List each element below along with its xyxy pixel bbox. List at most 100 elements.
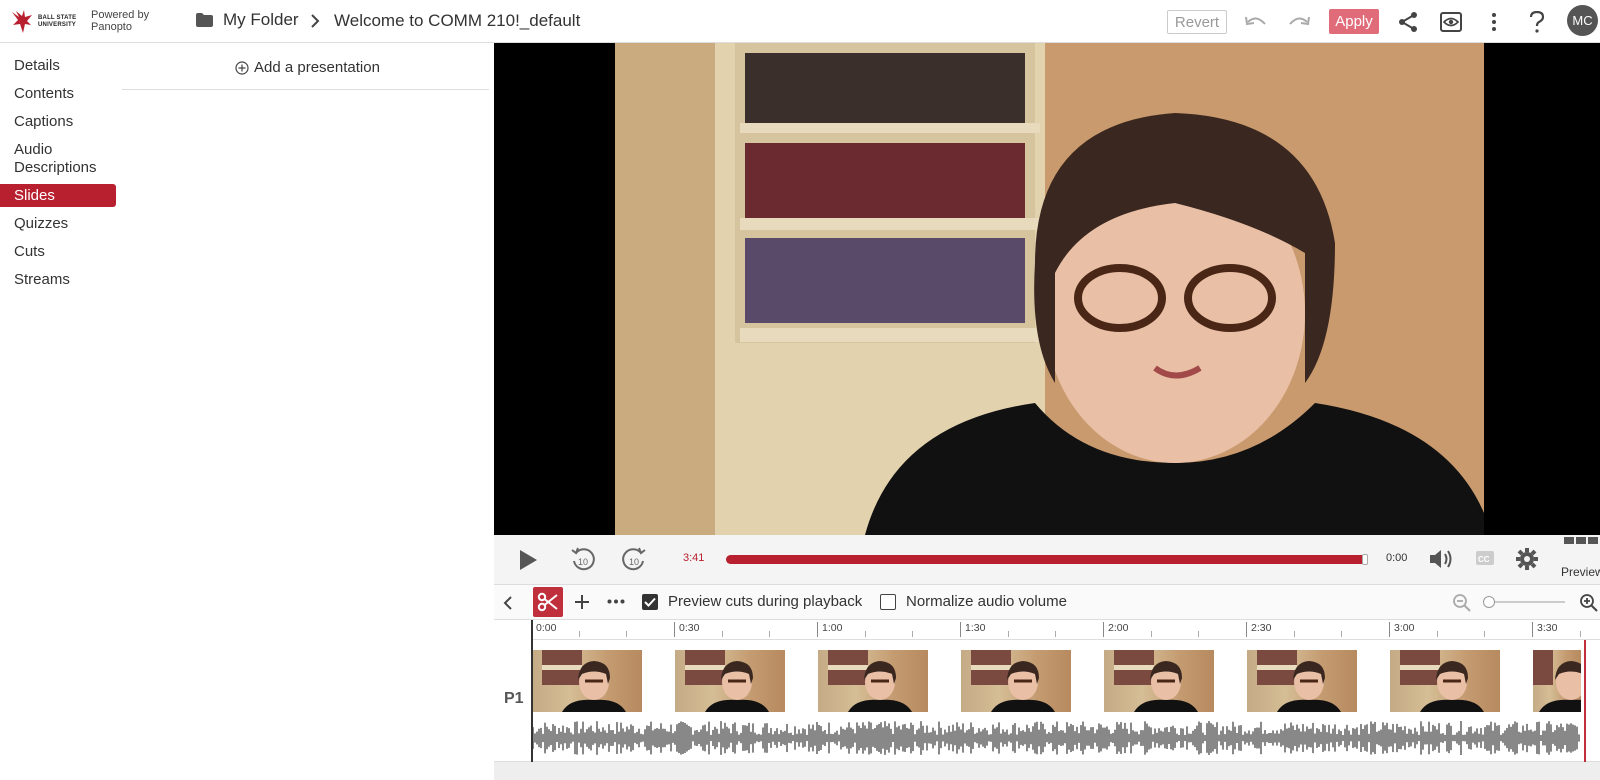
slides-panel: Add a presentation — [122, 44, 489, 90]
tick-mark — [1103, 622, 1104, 637]
end-time: 0:00 — [1386, 552, 1408, 564]
forward-10-icon[interactable]: 10 — [621, 547, 647, 573]
tick-mark — [674, 622, 675, 637]
tick-label: 0:00 — [536, 622, 557, 634]
tick-label: 3:30 — [1537, 622, 1558, 634]
tick-minor — [912, 631, 913, 637]
track-label: P1 — [504, 690, 524, 707]
normalize-audio-option[interactable]: Normalize audio volume — [880, 593, 1067, 610]
preview-label[interactable]: Preview — [1561, 565, 1600, 579]
video-thumbnail — [1247, 650, 1357, 712]
tick-minor — [1198, 631, 1199, 637]
preview-cuts-label: Preview cuts during playback — [668, 593, 863, 610]
edit-toolbar: Preview cuts during playback Normalize a… — [494, 585, 1600, 620]
tick-minor — [1484, 631, 1485, 637]
add-presentation-button[interactable]: Add a presentation — [235, 59, 380, 76]
svg-text:CC: CC — [1478, 555, 1490, 564]
redo-button[interactable] — [1285, 8, 1313, 36]
tick-mark — [817, 622, 818, 637]
more-vertical-icon — [1492, 13, 1496, 31]
audio-waveform — [531, 721, 1580, 755]
zoom-out-icon[interactable] — [1452, 593, 1472, 613]
video-thumbnail — [1390, 650, 1500, 712]
tick-minor — [626, 631, 627, 637]
tick-label: 1:00 — [822, 622, 843, 634]
progress-handle[interactable] — [1362, 554, 1368, 565]
revert-button[interactable]: Revert — [1167, 10, 1227, 34]
sidebar-item-audio-descriptions[interactable]: Audio Descriptions — [0, 138, 100, 179]
tick-mark — [1389, 622, 1390, 637]
apply-button[interactable]: Apply — [1329, 9, 1379, 34]
sidebar-item-captions[interactable]: Captions — [0, 110, 116, 134]
share-button[interactable] — [1394, 8, 1422, 36]
cardinal-icon — [12, 10, 32, 33]
progress-bar[interactable] — [726, 554, 1368, 565]
sidebar-item-slides[interactable]: Slides — [0, 183, 116, 207]
tick-minor — [1437, 631, 1438, 637]
more-options-button[interactable] — [1480, 8, 1508, 36]
tick-minor — [1341, 631, 1342, 637]
more-horizontal-icon[interactable] — [607, 599, 625, 604]
add-circle-icon — [235, 60, 249, 75]
current-time: 3:41 — [683, 552, 705, 564]
video-thumbnail — [1533, 650, 1581, 712]
play-icon[interactable] — [518, 549, 538, 571]
sidebar-item-details[interactable]: Details — [0, 54, 116, 78]
video-thumbnail — [532, 650, 642, 712]
normalize-audio-checkbox[interactable] — [880, 593, 896, 610]
top-header: BALL STATE UNIVERSITY Powered by Panopto… — [0, 0, 1600, 43]
zoom-slider-handle[interactable] — [1483, 596, 1495, 608]
sidebar-item-cuts[interactable]: Cuts — [0, 240, 116, 264]
add-icon[interactable] — [574, 594, 590, 610]
video-thumbnail — [1104, 650, 1214, 712]
tick-label: 0:30 — [679, 622, 700, 634]
timeline-track[interactable]: P1 — [494, 640, 1600, 762]
timeline-end-marker[interactable] — [1584, 640, 1586, 762]
share-icon — [1399, 12, 1417, 32]
zoom-slider[interactable] — [1483, 596, 1565, 608]
preview-layout-icon[interactable] — [1564, 535, 1598, 545]
user-avatar[interactable]: MC — [1567, 5, 1598, 36]
tick-label: 3:00 — [1394, 622, 1415, 634]
undo-button[interactable] — [1242, 8, 1270, 36]
sidebar-item-quizzes[interactable]: Quizzes — [0, 212, 116, 236]
tick-minor — [722, 631, 723, 637]
preview-eye-button[interactable] — [1437, 8, 1465, 36]
ball-state-logo[interactable]: BALL STATE UNIVERSITY — [10, 8, 82, 36]
tick-minor — [1294, 631, 1295, 637]
checkmark-icon — [644, 597, 656, 607]
tick-minor — [579, 631, 580, 637]
bottom-scrollbar[interactable] — [494, 762, 1600, 780]
closed-captions-icon[interactable]: CC — [1475, 550, 1495, 566]
timeline-start-marker[interactable] — [531, 620, 533, 762]
svg-text:10: 10 — [629, 557, 639, 567]
tick-mark — [960, 622, 961, 637]
preview-cuts-option[interactable]: Preview cuts during playback — [642, 593, 862, 610]
help-button[interactable] — [1523, 8, 1551, 36]
svg-text:10: 10 — [578, 557, 588, 567]
editor-sidebar: Details Contents Captions Audio Descript… — [0, 54, 116, 296]
tick-mark — [1532, 622, 1533, 637]
cut-tool-button[interactable] — [533, 587, 563, 617]
tick-label: 1:30 — [965, 622, 986, 634]
breadcrumb-folder[interactable]: My Folder — [223, 10, 299, 30]
sidebar-item-contents[interactable]: Contents — [0, 82, 116, 106]
eye-icon — [1440, 12, 1462, 32]
volume-icon[interactable] — [1429, 548, 1455, 570]
tick-minor — [1055, 631, 1056, 637]
zoom-in-icon[interactable] — [1579, 593, 1599, 613]
chevron-left-icon[interactable] — [502, 595, 514, 611]
settings-gear-icon[interactable] — [1515, 547, 1539, 571]
video-player[interactable] — [494, 43, 1600, 535]
tick-minor — [769, 631, 770, 637]
video-thumbnail — [675, 650, 785, 712]
tick-minor — [865, 631, 866, 637]
rewind-10-icon[interactable]: 10 — [570, 547, 596, 573]
preview-cuts-checkbox[interactable] — [642, 593, 658, 610]
logo-text: BALL STATE UNIVERSITY — [38, 15, 77, 28]
sidebar-item-streams[interactable]: Streams — [0, 268, 116, 292]
tick-mark — [1246, 622, 1247, 637]
tick-minor — [1580, 631, 1581, 637]
tick-label: 2:00 — [1108, 622, 1129, 634]
timeline-ruler[interactable]: 0:00 0:30 1:00 1:30 2:00 2:30 3:00 3:30 — [531, 620, 1600, 640]
